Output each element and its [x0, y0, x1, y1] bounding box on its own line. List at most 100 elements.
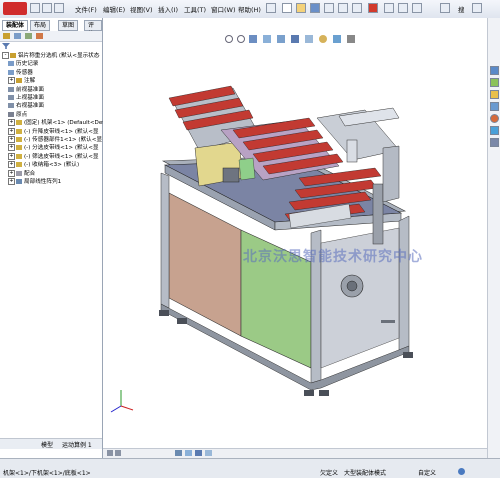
- side-vent: [381, 320, 395, 323]
- forum-icon[interactable]: [490, 138, 499, 147]
- tree-item-icon: [8, 69, 14, 75]
- config-manager-icon[interactable]: [25, 33, 32, 39]
- menu-edit[interactable]: 编辑(E): [103, 4, 125, 14]
- expand-toggle-icon[interactable]: +: [8, 169, 15, 177]
- tab-assembly[interactable]: 装配体: [2, 20, 29, 31]
- tree-item[interactable]: + (-) 传感器部件1<1> (默认<显: [8, 136, 106, 144]
- foot-3: [304, 390, 314, 396]
- tree-item[interactable]: + 局部线性阵列1: [8, 178, 106, 186]
- filter-icon[interactable]: [2, 43, 10, 49]
- property-manager-icon[interactable]: [14, 33, 21, 39]
- tree-item-icon: [16, 78, 22, 84]
- tree-item-label: 前视基准面: [16, 86, 44, 93]
- tree-item[interactable]: + (-) 筛选皮带线<1> (默认<显: [8, 152, 106, 161]
- tree-item[interactable]: + (固定) 机架<1> (Default<Defa: [8, 119, 106, 127]
- tree-item-label: (-) 筛选皮带线<1> (默认<显: [24, 153, 99, 160]
- tree-item[interactable]: + 配合: [8, 169, 106, 178]
- frame-post-right: [398, 215, 410, 351]
- tree-item-icon: [16, 120, 22, 126]
- save-icon[interactable]: [310, 3, 320, 13]
- pin-icon[interactable]: [266, 3, 276, 13]
- menu-help[interactable]: 帮助(H): [238, 4, 261, 14]
- tree-item[interactable]: 原点: [8, 111, 106, 119]
- tree-item-icon: [10, 53, 16, 58]
- tree-item[interactable]: 历史记录: [8, 60, 106, 68]
- view-icon[interactable]: [195, 450, 202, 456]
- tab-motion-study[interactable]: 运动算例 1: [62, 440, 92, 449]
- cable-reel-hub: [346, 280, 358, 292]
- tab-layout[interactable]: 布局: [30, 20, 51, 31]
- menu-insert[interactable]: 插入(I): [158, 4, 178, 14]
- expand-toggle-icon[interactable]: +: [8, 152, 15, 160]
- tree-item[interactable]: 上视基准面: [8, 94, 106, 102]
- design-library-icon[interactable]: [490, 78, 499, 87]
- expand-toggle-icon[interactable]: -: [2, 52, 9, 59]
- scroll-right-icon[interactable]: [115, 450, 121, 456]
- tree-item[interactable]: 前视基准面: [8, 86, 106, 94]
- custom-properties-icon[interactable]: [490, 126, 499, 135]
- foot-4: [319, 390, 329, 396]
- tab-sketch[interactable]: 草图: [58, 20, 79, 31]
- pin-icon[interactable]: [42, 3, 52, 13]
- tree-item-label: 历史记录: [16, 61, 39, 68]
- expand-toggle-icon[interactable]: +: [8, 161, 15, 169]
- rebuild-icon[interactable]: [368, 3, 378, 13]
- tree-item-icon: [8, 61, 14, 67]
- tree-item[interactable]: + (-) 分选皮带线<1> (默认<显: [8, 144, 106, 152]
- frame-post-left: [160, 172, 170, 309]
- tree-item[interactable]: 传感器: [8, 69, 106, 77]
- view-palette-icon[interactable]: [490, 102, 499, 111]
- arrow-right-icon[interactable]: [30, 3, 40, 13]
- select-icon[interactable]: [352, 3, 362, 13]
- tree-item-icon: [16, 137, 22, 142]
- foot-2: [177, 318, 187, 324]
- help-icon[interactable]: [440, 3, 450, 13]
- drive-motor: [222, 167, 240, 183]
- watermark-text: 北京沃思智能技术研究中心: [243, 249, 423, 265]
- appearances-icon[interactable]: [490, 114, 499, 123]
- help-icon[interactable]: [458, 468, 465, 475]
- tree-item-icon: [16, 128, 22, 134]
- scroll-left-icon[interactable]: [107, 450, 113, 456]
- tree-item[interactable]: + 注解: [8, 77, 106, 85]
- print-icon[interactable]: [324, 3, 334, 13]
- status-custom[interactable]: 自定义: [418, 468, 436, 477]
- filter-icon[interactable]: [398, 3, 408, 13]
- menu-window[interactable]: 窗口(W): [211, 4, 236, 14]
- expand-toggle-icon[interactable]: +: [8, 178, 15, 185]
- tree-item[interactable]: + (-) 收纳箱<3> (默认): [8, 161, 106, 169]
- assembly-model[interactable]: [103, 18, 487, 458]
- menu-file[interactable]: 文件(F): [75, 4, 97, 14]
- display-manager-icon[interactable]: [36, 33, 43, 39]
- menu-tools[interactable]: 工具(T): [184, 4, 206, 14]
- tree-item[interactable]: - 铝片称重分选机 (默认<显示状态-1>): [2, 52, 100, 60]
- resources-icon[interactable]: [490, 66, 499, 75]
- view-icon[interactable]: [185, 450, 192, 456]
- expand-toggle-icon[interactable]: +: [8, 136, 15, 143]
- expand-toggle-icon[interactable]: +: [8, 144, 15, 152]
- pin-icon[interactable]: [54, 3, 64, 13]
- menu-view[interactable]: 视图(V): [130, 4, 153, 14]
- search-label[interactable]: 搜: [458, 4, 465, 14]
- graphics-area[interactable]: 北京沃思智能技术研究中心: [103, 18, 487, 459]
- tab-model[interactable]: 模型: [41, 440, 53, 449]
- open-folder-icon[interactable]: [296, 3, 306, 13]
- options-icon[interactable]: [384, 3, 394, 13]
- tree-item-label: (-) 分选皮带线<1> (默认<显: [24, 145, 99, 152]
- tree-item[interactable]: 右视基准面: [8, 102, 106, 110]
- expand-toggle-icon[interactable]: +: [8, 77, 15, 85]
- tab-evaluate[interactable]: 评估: [84, 20, 102, 38]
- tree-item-label: 铝片称重分选机 (默认<显示状态-1>): [18, 53, 100, 59]
- view-icon[interactable]: [205, 450, 212, 456]
- expand-toggle-icon[interactable]: +: [8, 119, 15, 127]
- new-file-icon[interactable]: [282, 3, 292, 13]
- feature-manager-icon[interactable]: [3, 33, 10, 39]
- tree-item[interactable]: + (-) 升降皮带线<1> (默认<显: [8, 127, 106, 136]
- expand-toggle-icon[interactable]: +: [8, 127, 15, 135]
- tree-item-label: 配合: [24, 170, 36, 177]
- view-icon[interactable]: [175, 450, 182, 456]
- undo-icon[interactable]: [338, 3, 348, 13]
- scroll-icon[interactable]: [412, 3, 422, 13]
- file-explorer-icon[interactable]: [490, 90, 499, 99]
- dropdown-icon[interactable]: [472, 3, 482, 13]
